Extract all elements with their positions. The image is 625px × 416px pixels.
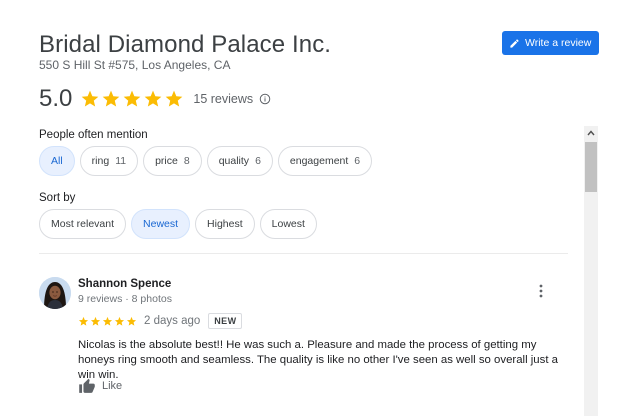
sort-option-label: Lowest (271, 218, 305, 230)
divider (39, 253, 568, 254)
review-stars (78, 316, 137, 327)
star-icon (145, 90, 162, 107)
more-vert-icon (539, 284, 543, 298)
chip-label: quality (218, 155, 250, 167)
chip-ring[interactable]: ring 11 (79, 146, 139, 176)
star-icon (114, 316, 125, 326)
chip-price[interactable]: price 8 (143, 146, 202, 176)
chip-label: ring (91, 155, 110, 167)
like-label: Like (102, 380, 123, 392)
star-icon (103, 90, 120, 107)
sort-newest[interactable]: Newest (131, 209, 191, 239)
chip-label: price (155, 155, 178, 167)
chip-count: 11 (115, 155, 127, 167)
business-address: 550 S Hill St #575, Los Angeles, CA (39, 58, 231, 72)
review-count: 15 reviews (193, 92, 254, 106)
chip-count: 6 (255, 155, 261, 167)
avatar-photo (39, 277, 71, 309)
thumbs-up-icon (79, 378, 95, 393)
sort-option-label: Most relevant (51, 218, 115, 230)
reviewer-meta: 9 reviews · 8 photos (78, 293, 172, 305)
sort-option-label: Highest (207, 218, 243, 230)
star-icon (124, 90, 141, 107)
sort-option-label: Newest (143, 218, 179, 230)
rating-value: 5.0 (39, 85, 73, 112)
avatar[interactable] (39, 277, 71, 309)
new-badge: NEW (208, 313, 243, 329)
scroll-thumb[interactable] (585, 142, 597, 192)
chip-count: 8 (183, 155, 190, 167)
star-icon (126, 316, 137, 326)
scrollbar[interactable] (584, 126, 598, 416)
sort-highest[interactable]: Highest (195, 209, 255, 239)
review-date: 2 days ago (144, 315, 201, 327)
star-icon (166, 90, 183, 107)
rating-summary: 5.0 15 reviews (39, 84, 271, 114)
rating-stars (80, 89, 184, 109)
write-review-button[interactable]: Write a review (502, 31, 599, 55)
star-icon (78, 316, 89, 326)
reviewer-name[interactable]: Shannon Spence (78, 278, 171, 290)
chip-label: engagement (289, 155, 349, 167)
info-icon[interactable] (259, 93, 271, 105)
business-name: Bridal Diamond Palace Inc. (39, 31, 332, 58)
chip-all[interactable]: All (39, 146, 75, 176)
sort-lowest[interactable]: Lowest (259, 209, 317, 239)
sort-most-relevant[interactable]: Most relevant (39, 209, 127, 239)
sort-chips: Most relevant Newest Highest Lowest (39, 209, 317, 239)
mention-chips: All ring 11 price 8 quality 6 engagement… (39, 146, 373, 176)
chip-quality[interactable]: quality 6 (206, 146, 273, 176)
pencil-icon (510, 38, 519, 48)
star-icon (102, 316, 113, 326)
star-icon (82, 90, 99, 107)
chip-count: 6 (354, 155, 361, 167)
scroll-up-arrow[interactable] (584, 126, 598, 140)
chevron-up-icon (587, 130, 595, 136)
chip-engagement[interactable]: engagement 6 (277, 146, 373, 176)
review-rating-row: 2 days ago NEW (78, 313, 243, 329)
write-review-label: Write a review (525, 37, 592, 49)
mentions-label: People often mention (39, 129, 148, 141)
sort-label: Sort by (39, 192, 76, 204)
star-icon (90, 316, 101, 326)
more-options-icon[interactable] (534, 282, 548, 300)
chip-label: All (51, 155, 63, 167)
review-text: Nicolas is the absolute best!! He was su… (78, 339, 558, 381)
like-button[interactable]: Like (78, 375, 122, 397)
